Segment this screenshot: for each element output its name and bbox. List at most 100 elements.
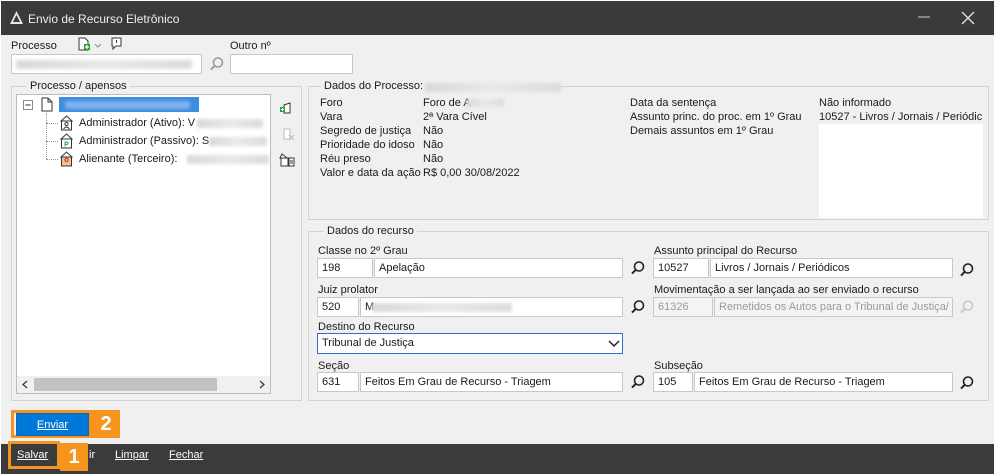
movimentacao-code-input: 61326 [653,297,713,317]
assunto-1grau-label: Assunto princ. do proc. em 1º Grau [630,111,802,123]
app-logo-icon [10,11,23,24]
juiz-label: Juiz prolator [318,284,378,296]
window-title: Envio de Recurso Eletrônico [28,12,180,26]
redacted-text [425,83,561,92]
scroll-thumb[interactable] [34,378,217,391]
destino-select[interactable]: Tribunal de Justiça [317,333,623,354]
tree-item-label: Alienante (Terceiro): [79,153,178,165]
redacted-text [65,101,190,109]
add-apenso-icon[interactable] [279,100,295,116]
segredo-value: Não [423,125,444,137]
process-tree[interactable]: Administrador (Ativo): V P Administrador… [16,94,271,394]
tree-line [46,159,58,160]
secao-label: Seção [318,360,350,372]
bottom-menu-bar [1,444,994,474]
excluir-menu-item[interactable]: ir [89,449,95,461]
secao-value-input[interactable]: Feitos Em Grau de Recurso - Triagem [360,372,623,392]
horizontal-scrollbar[interactable] [17,376,270,393]
tree-line [46,123,58,124]
data-sentenca-value: Não informado [819,97,892,109]
foro-label: Foro [320,97,343,109]
redacted-text [372,303,512,312]
data-sentenca-label: Data da sentença [630,97,717,109]
chevron-down-icon[interactable] [94,43,102,49]
vara-value: 2ª Vara Cível [423,111,487,123]
redacted-text [197,119,263,128]
document-icon [41,97,53,112]
enviar-button-label: Enviar [36,419,69,431]
juiz-code-input[interactable]: 520 [317,297,359,317]
subsecao-code-input[interactable]: 105 [653,372,693,392]
redacted-text [209,137,267,146]
callout-badge-2: 2 [92,410,120,438]
dados-processo-legend: Dados do Processo: [321,80,427,92]
subsecao-value-input[interactable]: Feitos Em Grau de Recurso - Triagem [694,372,953,392]
apenso-details-icon[interactable] [279,152,295,168]
person-active-icon [60,115,73,131]
redacted-text [466,99,504,107]
valor-acao-label: Valor e data da ação [320,167,421,179]
limpar-menu-item[interactable]: Limpar [115,449,149,461]
assunto-search-icon[interactable] [959,262,975,278]
tree-line [46,141,58,142]
subsecao-label: Subseção [654,360,703,372]
salvar-menu-item[interactable]: Salvar [17,449,48,461]
assunto-code-input[interactable]: 10527 [653,258,709,278]
reu-preso-label: Réu preso [320,153,371,165]
reu-preso-value: Não [423,153,444,165]
processo-search-icon[interactable] [209,56,225,72]
movimentacao-value-input: Remetidos os Autos para o Tribunal de Ju… [714,297,953,317]
redacted-text [16,60,192,69]
assunto-label: Assunto principal do Recurso [654,245,798,257]
classe-value-input[interactable]: Apelação [374,258,623,278]
destino-selected-value: Tribunal de Justiça [322,337,414,349]
note-icon[interactable] [110,37,123,51]
foro-value: Foro de A [423,97,471,109]
tree-root-node[interactable] [59,97,199,112]
person-third-party-icon [60,151,73,167]
subsecao-search-icon[interactable] [959,375,975,391]
fechar-menu-item[interactable]: Fechar [169,449,203,461]
demais-assuntos-label: Demais assuntos em 1º Grau [630,125,774,137]
tree-item[interactable]: Administrador (Passivo): S [79,135,269,147]
tree-item[interactable]: Administrador (Ativo): V [79,117,269,129]
classe-label: Classe no 2º Grau [318,245,408,257]
outro-numero-input[interactable] [230,54,353,74]
processo-input[interactable] [11,54,202,74]
assunto-value-input[interactable]: Livros / Jornais / Periódicos [710,258,953,278]
prioridade-label: Prioridade do idoso [320,139,415,151]
processo-label: Processo [11,40,57,52]
juiz-value-input[interactable]: M [360,297,623,317]
destino-label: Destino do Recurso [318,321,415,333]
collapse-icon[interactable] [23,100,33,110]
scroll-left-icon[interactable] [21,380,29,389]
close-icon[interactable] [961,11,975,25]
segredo-label: Segredo de justiça [320,125,412,137]
new-document-icon[interactable] [77,37,91,51]
juiz-search-icon[interactable] [630,299,646,315]
tree-item-label: Administrador (Passivo): S [79,135,210,147]
prioridade-value: Não [423,139,444,151]
classe-search-icon[interactable] [630,260,646,276]
valor-acao-value: R$ 0,00 30/08/2022 [423,167,520,179]
assunto-1grau-value: 10527 - Livros / Jornais / Periódic [819,111,983,123]
movimentacao-search-icon [960,300,974,314]
tree-item-label: Administrador (Ativo): V [79,117,196,129]
movimentacao-label: Movimentação a ser lançada ao ser enviad… [654,284,919,296]
outro-label: Outro nº [230,40,271,52]
processo-apensos-legend: Processo / apensos [27,80,130,92]
secao-code-input[interactable]: 631 [317,372,359,392]
classe-code-input[interactable]: 198 [317,258,373,278]
remove-apenso-icon [283,128,295,141]
enviar-button[interactable]: Enviar [16,413,89,436]
callout-badge-1: 1 [60,443,88,471]
dados-recurso-legend: Dados do recurso [324,225,417,237]
title-bar: Envio de Recurso Eletrônico [1,1,994,35]
tree-item[interactable]: Alienante (Terceiro): [79,153,269,165]
scroll-right-icon[interactable] [258,380,266,389]
chevron-down-icon[interactable] [608,339,620,348]
vara-label: Vara [320,111,343,123]
secao-search-icon[interactable] [630,374,646,390]
minimize-icon[interactable] [917,9,931,25]
person-passive-icon: P [60,133,73,149]
